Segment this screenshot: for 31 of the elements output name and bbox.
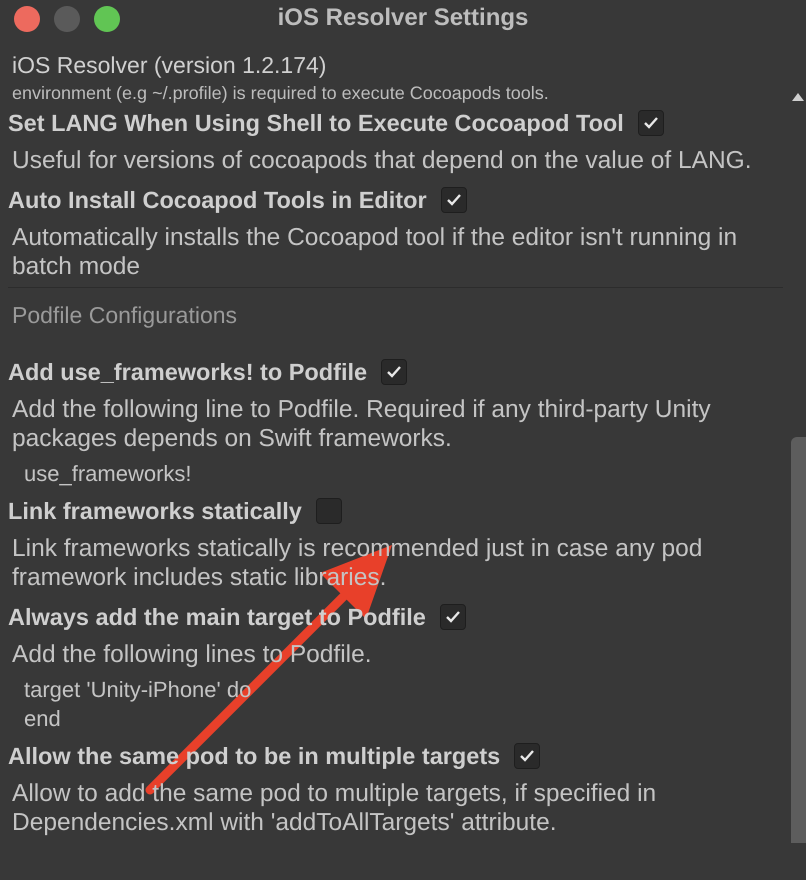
code-line: use_frameworks! [24, 460, 193, 488]
checkbox[interactable] [514, 743, 540, 769]
checkbox[interactable] [638, 110, 664, 136]
close-button[interactable] [14, 6, 40, 32]
checkbox[interactable] [316, 498, 342, 524]
checkmark-icon [386, 365, 402, 379]
setting-label: Allow the same pod to be in multiple targets [8, 742, 500, 770]
panel-title: iOS Resolver (version 1.2.174) [11, 51, 328, 80]
checkbox[interactable] [381, 359, 408, 385]
checkmark-icon [642, 116, 659, 130]
checkmark-icon [446, 193, 462, 207]
checkbox[interactable] [440, 604, 466, 630]
setting-label: Auto Install Cocoapod Tools in Editor [8, 186, 427, 214]
description-text: Automatically installs the Cocoapod tool if the editor isn't running in batch mode [11, 223, 738, 282]
scrollbar-thumb[interactable] [791, 437, 806, 843]
setting-label: Link frameworks statically [8, 498, 302, 524]
description-text: Add the following lines to Podfile. [11, 640, 373, 670]
code-line: end [24, 705, 62, 733]
description-text: Allow to add the same pod to multiple targets, if specified in Dependencies.xml with 'addToAllTargets' attribute. [11, 779, 658, 838]
zoom-button[interactable] [94, 6, 120, 32]
description-text: Useful for versions of cocoapods that depend on the value of LANG. [11, 146, 753, 176]
description-text: Add the following line to Podfile. Required if any third-party Unity packages depends on Swift frameworks. [11, 395, 712, 454]
window-title: iOS Resolver Settings [278, 4, 528, 32]
setting-label: Add use_frameworks! to Podfile [8, 358, 368, 386]
description-text: environment (e.g ~/.profile) is required to execute Cocoapods tools. [11, 82, 550, 104]
checkbox[interactable] [440, 187, 467, 213]
section-heading: Podfile Configurations [12, 302, 238, 328]
checkmark-icon [519, 749, 536, 763]
setting-label: Set LANG When Using Shell to Execute Cocoapod Tool [8, 110, 624, 136]
scroll-up-icon[interactable] [792, 92, 804, 101]
checkmark-icon [444, 610, 461, 624]
